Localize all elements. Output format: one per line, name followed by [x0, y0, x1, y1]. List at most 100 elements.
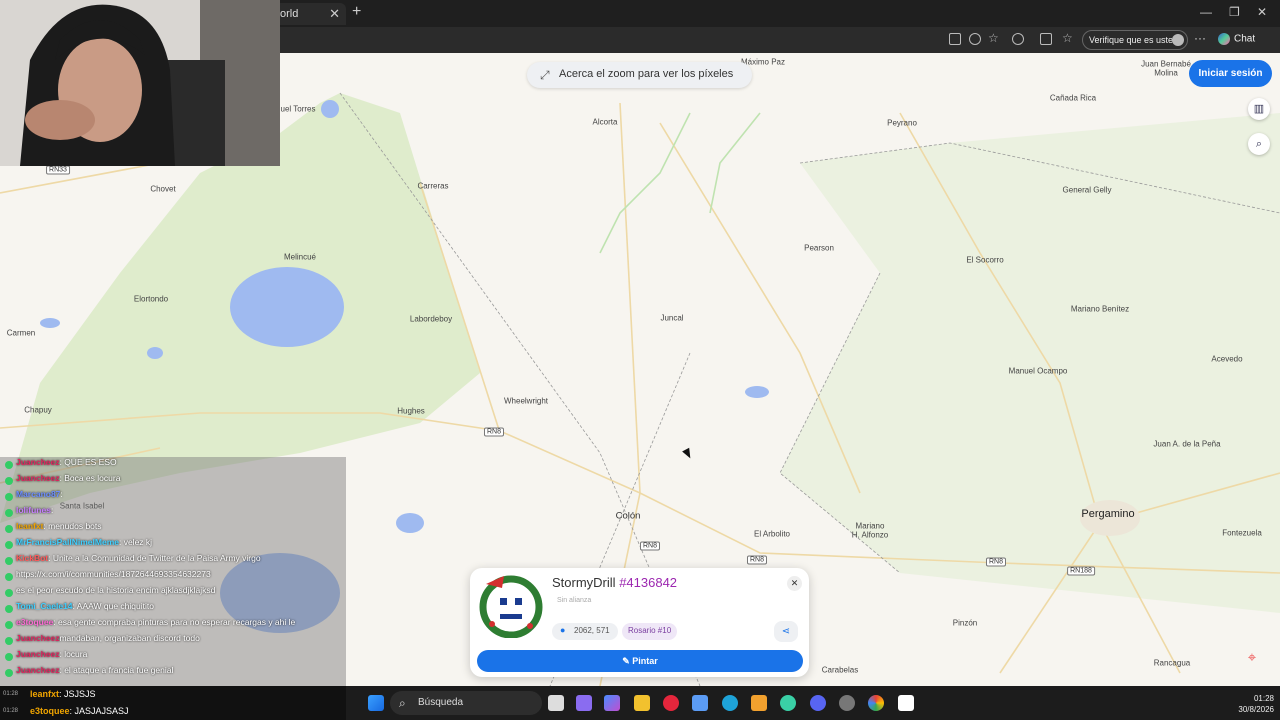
chrome-icon[interactable]: [868, 695, 884, 711]
restore-icon[interactable]: ❐: [1229, 5, 1240, 19]
chat-time: 01:28: [3, 691, 19, 697]
extensions-icon[interactable]: [1040, 33, 1052, 45]
chat-message: Juancheez: Boca es locura: [0, 473, 346, 489]
chat-text: : QUE ES ESO: [59, 457, 117, 467]
translate-icon[interactable]: [969, 33, 981, 45]
close-card-button[interactable]: ✕: [787, 576, 802, 591]
chat-username[interactable]: leanfxt: [30, 689, 59, 699]
search-map-icon[interactable]: ⌕: [1248, 133, 1270, 155]
chat-username[interactable]: MrFrancisPallNimelMeme: [16, 537, 119, 547]
place-label: Juncal: [660, 313, 684, 323]
place-label: Cañada Rica: [1049, 93, 1097, 103]
place-label: Mariano: [855, 521, 885, 531]
close-window-icon[interactable]: ✕: [1257, 5, 1267, 19]
discord-icon[interactable]: [810, 695, 826, 711]
task-view-icon[interactable]: [548, 695, 564, 711]
username-text: StormyDrill: [552, 575, 616, 590]
place-label: Manuel Ocampo: [1008, 366, 1068, 376]
badge-icon: [5, 637, 13, 645]
opera-icon[interactable]: [663, 695, 679, 711]
notion-icon[interactable]: [898, 695, 914, 711]
badge-icon: [5, 653, 13, 661]
lake: [321, 100, 339, 118]
place-label: Fontezuela: [1222, 528, 1262, 538]
chat-message: Juancheez: locura: [0, 649, 346, 665]
place-label: Mariano Benítez: [1070, 304, 1130, 314]
taskbar-search[interactable]: ⌕ Búsqueda: [390, 691, 542, 715]
login-button[interactable]: Iniciar sesión: [1189, 60, 1272, 87]
edge-icon[interactable]: [722, 695, 738, 711]
chat-username[interactable]: Juancheez: [16, 665, 59, 675]
chat-text: : menudos bots: [43, 521, 102, 531]
share-button[interactable]: ⋖: [774, 621, 798, 642]
system-clock[interactable]: 01:28 30/8/2026: [1226, 693, 1274, 715]
tab-title: orld: [280, 8, 299, 20]
chat-message: 01:28 e3toquee: JASJAJSASJ: [0, 703, 346, 720]
folder-icon[interactable]: [751, 695, 767, 711]
chat-username[interactable]: Juancheez: [16, 649, 59, 659]
road-shield: RN8: [483, 427, 505, 437]
webcam-image: [0, 0, 280, 166]
app-icon[interactable]: [949, 33, 961, 45]
copilot-app-icon[interactable]: [604, 695, 620, 711]
place-label: H. Alfonzo: [851, 530, 889, 540]
chat-username[interactable]: Marcano87: [16, 489, 60, 499]
place-label: Juan A. de la Peña: [1153, 439, 1221, 449]
place-label: El Socorro: [966, 255, 1004, 265]
webcam-overlay: [0, 0, 280, 166]
chat-username[interactable]: Tomi_Caele14: [16, 601, 73, 611]
locate-icon[interactable]: ⌖: [1241, 647, 1263, 669]
paint-button[interactable]: ✎ Pintar: [477, 650, 803, 672]
new-tab-icon[interactable]: +: [352, 3, 361, 21]
verify-button[interactable]: Verifique que es usted: [1082, 30, 1188, 50]
place-label: General Gelly: [1062, 185, 1112, 195]
leaderboard-icon[interactable]: ▥: [1248, 98, 1270, 120]
place-label: Hughes: [397, 406, 425, 416]
steam-icon[interactable]: [839, 695, 855, 711]
chat-username[interactable]: Juancheez: [16, 457, 59, 467]
chat-text: :: [60, 489, 63, 499]
pen-app-icon[interactable]: [576, 695, 592, 711]
chat-text: : Boca es locura: [59, 473, 121, 483]
file-explorer-icon[interactable]: [634, 695, 650, 711]
chat-username[interactable]: lolifunes: [16, 505, 51, 515]
lake: [147, 347, 163, 359]
chat-text: mandaban, organizaban discord todo: [59, 633, 200, 643]
chat-message: leanfxt: menudos bots: [0, 521, 346, 537]
app-icon[interactable]: [780, 695, 796, 711]
badge-icon: [5, 621, 13, 629]
username: StormyDrill #4136842: [552, 575, 677, 590]
chat-username[interactable]: KickBot: [16, 553, 48, 563]
search-label: Búsqueda: [418, 697, 464, 708]
chat-username[interactable]: e3toquee: [30, 706, 70, 716]
favorites-icon[interactable]: ☆: [1062, 31, 1074, 45]
more-icon[interactable]: ···: [1194, 31, 1206, 45]
chat-message: https://x.com/i/communities/187264469335…: [0, 569, 346, 585]
chat-text: es el peor escudo de la historia encim a…: [16, 585, 216, 595]
browser-tab[interactable]: orld ✕: [272, 3, 346, 25]
region-badge[interactable]: Rosario #10: [622, 623, 678, 640]
chat-username[interactable]: Juancheez: [16, 473, 59, 483]
chat-time: 01:28: [3, 708, 19, 714]
chat-username[interactable]: e3toquee: [16, 617, 53, 627]
chat-username[interactable]: leanfxt: [16, 521, 43, 531]
chat-username[interactable]: Juancheez: [16, 633, 59, 643]
coords-text: 2062, 571: [574, 626, 610, 635]
road-shield: RN8: [639, 541, 661, 551]
badge-icon: [5, 573, 13, 581]
start-icon[interactable]: [368, 695, 384, 711]
star-icon[interactable]: ☆: [988, 31, 1000, 45]
road-shield: RN8: [985, 557, 1007, 567]
badge-icon: [5, 477, 13, 485]
chat-message: lolifunes:: [0, 505, 346, 521]
chat-message: es el peor escudo de la historia encim a…: [0, 585, 346, 601]
minimize-icon[interactable]: —: [1200, 5, 1212, 19]
refresh-icon[interactable]: [1012, 33, 1024, 45]
chat-message: e3toquee: esa gente compraba pinturas pa…: [0, 617, 346, 633]
close-tab-icon[interactable]: ✕: [329, 6, 340, 22]
place-label: Elortondo: [133, 294, 169, 304]
copilot-chat-button[interactable]: Chat: [1218, 33, 1255, 45]
store-icon[interactable]: [692, 695, 708, 711]
coords-badge: ● 2062, 571: [552, 623, 618, 640]
chat-message: Juancheez: el ataque a francia fue genia…: [0, 665, 346, 681]
